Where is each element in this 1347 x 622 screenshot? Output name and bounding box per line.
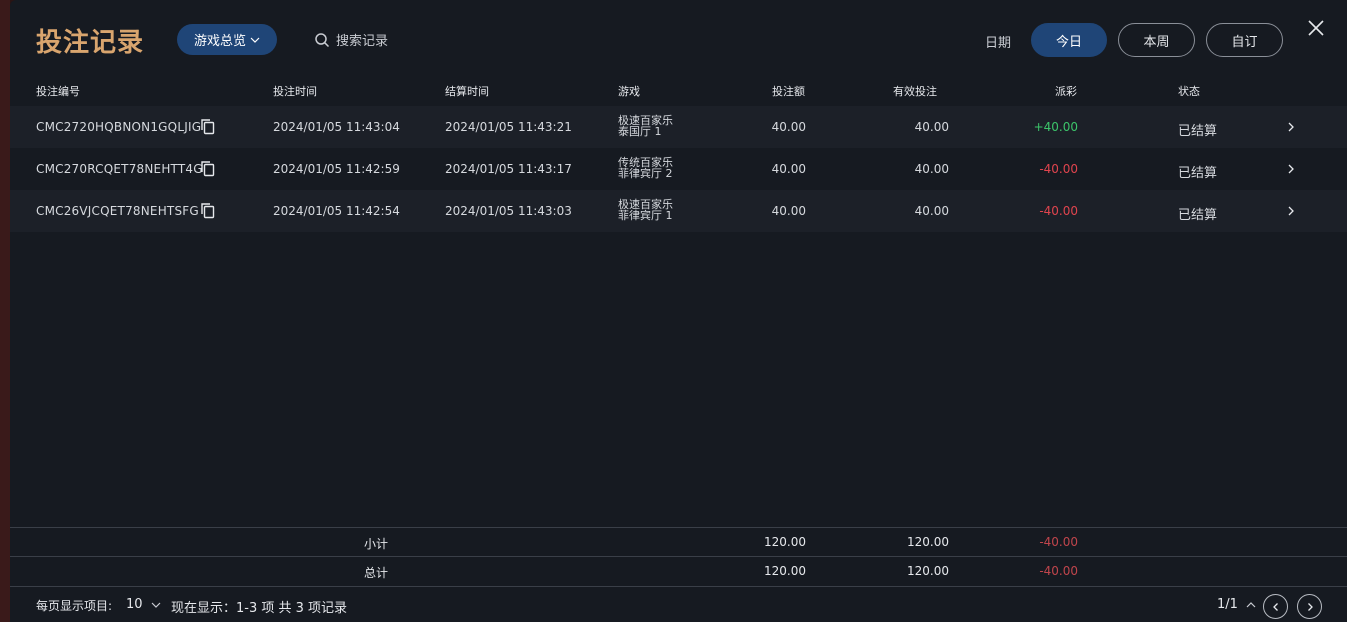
- chevron-down-icon: [151, 602, 160, 608]
- bet-amount: 40.00: [771, 204, 806, 218]
- per-page-select[interactable]: 10: [126, 597, 161, 612]
- total-row: 总计 120.00 120.00 -40.00: [10, 556, 1347, 585]
- subtotal-effective: 120.00: [907, 535, 949, 549]
- payout: +40.00: [1033, 120, 1078, 134]
- copy-icon[interactable]: [200, 118, 216, 135]
- page-select[interactable]: 1/1: [1217, 597, 1256, 612]
- effective-bet: 40.00: [914, 204, 949, 218]
- subtotal-payout: -40.00: [1039, 535, 1078, 549]
- bet-id: CMC270RCQET78NEHTT4G: [36, 162, 203, 176]
- showing-info: 现在显示：1-3 项 共 3 项记录: [171, 601, 348, 616]
- page-indicator: 1/1: [1217, 597, 1238, 612]
- total-payout: -40.00: [1039, 564, 1078, 578]
- col-settle-time: 结算时间: [445, 85, 489, 98]
- total-label: 总计: [364, 566, 389, 580]
- subtotal-row: 小计 120.00 120.00 -40.00: [10, 527, 1347, 556]
- table-header: 投注编号 投注时间 结算时间 游戏 投注额 有效投注 派彩 状态: [10, 80, 1347, 100]
- prev-page-button[interactable]: [1263, 594, 1288, 619]
- bet-time: 2024/01/05 11:43:04: [273, 120, 400, 134]
- chevron-right-icon[interactable]: [1286, 121, 1296, 133]
- game-table: 菲律宾厅 2: [618, 167, 673, 180]
- bet-time: 2024/01/05 11:42:59: [273, 162, 400, 176]
- page-title: 投注记录: [36, 28, 145, 58]
- date-week-button[interactable]: 本周: [1118, 23, 1195, 57]
- copy-icon[interactable]: [200, 202, 216, 219]
- date-today-button[interactable]: 今日: [1031, 23, 1107, 57]
- status: 已结算: [1178, 124, 1218, 139]
- close-icon[interactable]: [1306, 18, 1326, 38]
- game-table: 泰国厅 1: [618, 125, 662, 138]
- date-label: 日期: [985, 36, 1012, 51]
- total-amount: 120.00: [764, 564, 806, 578]
- next-page-button[interactable]: [1297, 594, 1322, 619]
- bet-id: CMC2720HQBNON1GQLJIG: [36, 120, 202, 134]
- subtotal-label: 小计: [364, 537, 389, 551]
- chevron-left-icon: [1272, 602, 1278, 611]
- background-edge: [0, 0, 10, 622]
- chevron-right-icon[interactable]: [1286, 205, 1296, 217]
- chevron-right-icon: [1307, 602, 1313, 611]
- col-bet-time: 投注时间: [273, 85, 317, 98]
- search-icon: [315, 32, 330, 47]
- col-game: 游戏: [618, 85, 640, 98]
- copy-icon[interactable]: [200, 160, 216, 177]
- search-label: 搜索记录: [336, 34, 389, 49]
- col-bet-id: 投注编号: [36, 85, 80, 98]
- game-filter-dropdown[interactable]: 游戏总览: [177, 24, 277, 55]
- bet-time: 2024/01/05 11:42:54: [273, 204, 400, 218]
- settle-time: 2024/01/05 11:43:03: [445, 204, 572, 218]
- bet-id: CMC26VJCQET78NEHTSFG: [36, 204, 199, 218]
- payout: -40.00: [1039, 204, 1078, 218]
- bet-amount: 40.00: [771, 120, 806, 134]
- effective-bet: 40.00: [914, 162, 949, 176]
- chevron-up-icon: [1246, 601, 1256, 607]
- bet-amount: 40.00: [771, 162, 806, 176]
- game-filter-label: 游戏总览: [193, 34, 246, 49]
- table-row[interactable]: CMC2720HQBNON1GQLJIG 2024/01/05 11:43:04…: [10, 106, 1347, 148]
- col-amount: 投注额: [772, 85, 805, 98]
- col-payout: 派彩: [1055, 85, 1077, 98]
- table-row[interactable]: CMC270RCQET78NEHTT4G 2024/01/05 11:42:59…: [10, 148, 1347, 190]
- bet-records-modal: 投注记录 游戏总览 搜索记录 日期 今日 本周 自订 投注编号 投注时间 结算时…: [10, 0, 1347, 622]
- total-effective: 120.00: [907, 564, 949, 578]
- col-status: 状态: [1178, 85, 1200, 98]
- chevron-down-icon: [250, 37, 260, 43]
- status: 已结算: [1178, 208, 1218, 223]
- payout: -40.00: [1039, 162, 1078, 176]
- table-row[interactable]: CMC26VJCQET78NEHTSFG 2024/01/05 11:42:54…: [10, 190, 1347, 232]
- date-custom-button[interactable]: 自订: [1206, 23, 1283, 57]
- effective-bet: 40.00: [914, 120, 949, 134]
- per-page-label: 每页显示项目:: [36, 599, 113, 613]
- status: 已结算: [1178, 166, 1218, 181]
- search-records[interactable]: 搜索记录: [314, 30, 388, 49]
- settle-time: 2024/01/05 11:43:21: [445, 120, 572, 134]
- game-table: 菲律宾厅 1: [618, 209, 673, 222]
- per-page-value: 10: [126, 597, 143, 612]
- subtotal-amount: 120.00: [764, 535, 806, 549]
- pagination-bar: 每页显示项目: 10 现在显示：1-3 项 共 3 项记录 1/1: [10, 586, 1347, 622]
- chevron-right-icon[interactable]: [1286, 163, 1296, 175]
- col-effective: 有效投注: [893, 85, 937, 98]
- settle-time: 2024/01/05 11:43:17: [445, 162, 572, 176]
